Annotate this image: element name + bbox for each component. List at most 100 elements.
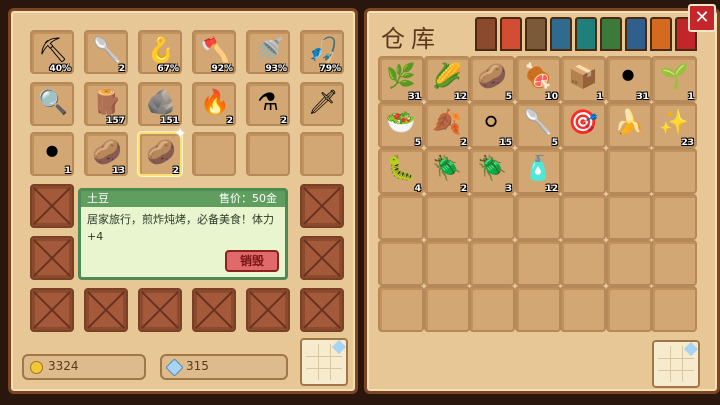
empty-storage-slot[interactable] [606, 194, 652, 240]
storage-slot[interactable]: 🍂 2 [424, 102, 470, 148]
storage-slot[interactable]: 🍖 10 [515, 56, 561, 102]
item-quantity: 5 [414, 138, 421, 148]
storage-slot[interactable]: ⚫ 31 [606, 56, 652, 102]
empty-storage-slot[interactable] [560, 240, 606, 286]
inventory-slot[interactable]: 🗡 [300, 82, 344, 126]
locked-slot[interactable] [300, 288, 344, 332]
storage-tab[interactable] [550, 17, 572, 51]
storage-tab[interactable] [650, 17, 672, 51]
item-quantity: 3 [505, 184, 512, 194]
empty-storage-slot[interactable] [424, 194, 470, 240]
gem-amount: 315 [186, 359, 209, 373]
item-quantity: 2 [280, 116, 287, 126]
empty-storage-slot[interactable] [469, 240, 515, 286]
empty-storage-slot[interactable] [515, 286, 561, 332]
locked-slot[interactable] [84, 288, 128, 332]
item-quantity: 93% [265, 64, 287, 74]
item-quantity: 40% [49, 64, 71, 74]
empty-storage-slot[interactable] [606, 240, 652, 286]
inventory-slot[interactable]: 🪵 157 [84, 82, 128, 126]
empty-slot[interactable] [300, 132, 344, 176]
item-icon: 🪲 [477, 154, 507, 182]
storage-tab[interactable] [475, 17, 497, 51]
locked-slot[interactable] [300, 236, 344, 280]
empty-storage-slot[interactable] [378, 240, 424, 286]
inventory-slot[interactable]: ⚫ 1 [30, 132, 74, 176]
empty-storage-slot[interactable] [560, 148, 606, 194]
storage-slot[interactable]: 🌱 1 [651, 56, 697, 102]
storage-slot[interactable]: 🍌 [606, 102, 652, 148]
storage-tab[interactable] [575, 17, 597, 51]
item-icon: 🌿 [386, 62, 416, 90]
item-quantity: 2 [172, 166, 179, 176]
item-quantity: 1 [596, 92, 603, 102]
locked-slot[interactable] [192, 288, 236, 332]
storage-slot[interactable]: ✨ 23 [651, 102, 697, 148]
storage-slot[interactable]: 🥄 5 [515, 102, 561, 148]
empty-storage-slot[interactable] [424, 240, 470, 286]
storage-slot[interactable]: 📦 1 [560, 56, 606, 102]
close-button[interactable]: ✕ [688, 4, 716, 32]
empty-storage-slot[interactable] [560, 286, 606, 332]
inventory-slot[interactable]: 🎣 79% [300, 30, 344, 74]
storage-book-button[interactable] [652, 340, 700, 388]
inventory-slot[interactable]: 🥔 2 ✦ [138, 126, 186, 176]
storage-slot[interactable]: 🥗 5 [378, 102, 424, 148]
empty-slot[interactable] [192, 132, 236, 176]
inventory-slot[interactable]: 🪨 151 [138, 82, 182, 126]
inventory-slot[interactable]: 🥄 2 [84, 30, 128, 74]
item-icon: 🥄 [92, 36, 122, 64]
storage-slot[interactable]: 🎯 [560, 102, 606, 148]
empty-storage-slot[interactable] [469, 194, 515, 240]
inventory-slot[interactable]: ⛏ 40% [30, 30, 74, 74]
inventory-slot[interactable]: 🥔 13 [84, 132, 128, 176]
tooltip-description: 居家旅行，煎炸炖烤，必备美食！体力+4 [87, 213, 274, 243]
empty-storage-slot[interactable] [606, 286, 652, 332]
empty-storage-slot[interactable] [560, 194, 606, 240]
inventory-slot[interactable]: ⚗ 2 [246, 82, 290, 126]
item-icon: 🌱 [659, 62, 689, 90]
inventory-slot[interactable]: 🚿 93% [246, 30, 290, 74]
locked-slot[interactable] [246, 288, 290, 332]
item-icon: 🔥 [200, 88, 230, 116]
storage-slot[interactable]: 🪲 3 [469, 148, 515, 194]
inventory-slot[interactable]: 🔥 2 [192, 82, 236, 126]
storage-tab[interactable] [600, 17, 622, 51]
inventory-slot[interactable]: 🪓 92% [192, 30, 236, 74]
empty-storage-slot[interactable] [378, 194, 424, 240]
item-quantity: 31 [408, 92, 421, 102]
storage-slot[interactable]: 🪲 2 [424, 148, 470, 194]
empty-storage-slot[interactable] [606, 148, 652, 194]
storage-slot[interactable]: 🌽 12 [424, 56, 470, 102]
item-icon: 🥔 [92, 138, 122, 166]
locked-slot[interactable] [30, 236, 74, 280]
empty-storage-slot[interactable] [515, 194, 561, 240]
storage-tab[interactable] [500, 17, 522, 51]
empty-storage-slot[interactable] [469, 286, 515, 332]
locked-slot[interactable] [138, 288, 182, 332]
inventory-slot[interactable]: 🔍 [30, 82, 74, 126]
locked-slot[interactable] [30, 288, 74, 332]
storage-slot[interactable]: 🌿 31 [378, 56, 424, 102]
storage-slot[interactable]: ⚪ 15 [469, 102, 515, 148]
empty-storage-slot[interactable] [424, 286, 470, 332]
storage-slot[interactable]: 🥔 5 [469, 56, 515, 102]
empty-storage-slot[interactable] [651, 240, 697, 286]
locked-slot[interactable] [300, 184, 344, 228]
storage-tab[interactable] [625, 17, 647, 51]
inventory-slot[interactable]: 🪝 67% [138, 30, 182, 74]
item-quantity: 1 [687, 92, 694, 102]
storage-tab[interactable] [525, 17, 547, 51]
storage-slot[interactable]: 🐛 4 [378, 148, 424, 194]
empty-slot[interactable] [246, 132, 290, 176]
destroy-button[interactable]: 销毁 [225, 250, 279, 272]
item-icon: ⚪ [480, 108, 502, 136]
locked-slot[interactable] [30, 184, 74, 228]
empty-storage-slot[interactable] [378, 286, 424, 332]
empty-storage-slot[interactable] [651, 148, 697, 194]
backpack-book-button[interactable] [300, 338, 348, 386]
storage-slot[interactable]: 🧴 12 [515, 148, 561, 194]
empty-storage-slot[interactable] [651, 194, 697, 240]
empty-storage-slot[interactable] [515, 240, 561, 286]
empty-storage-slot[interactable] [651, 286, 697, 332]
